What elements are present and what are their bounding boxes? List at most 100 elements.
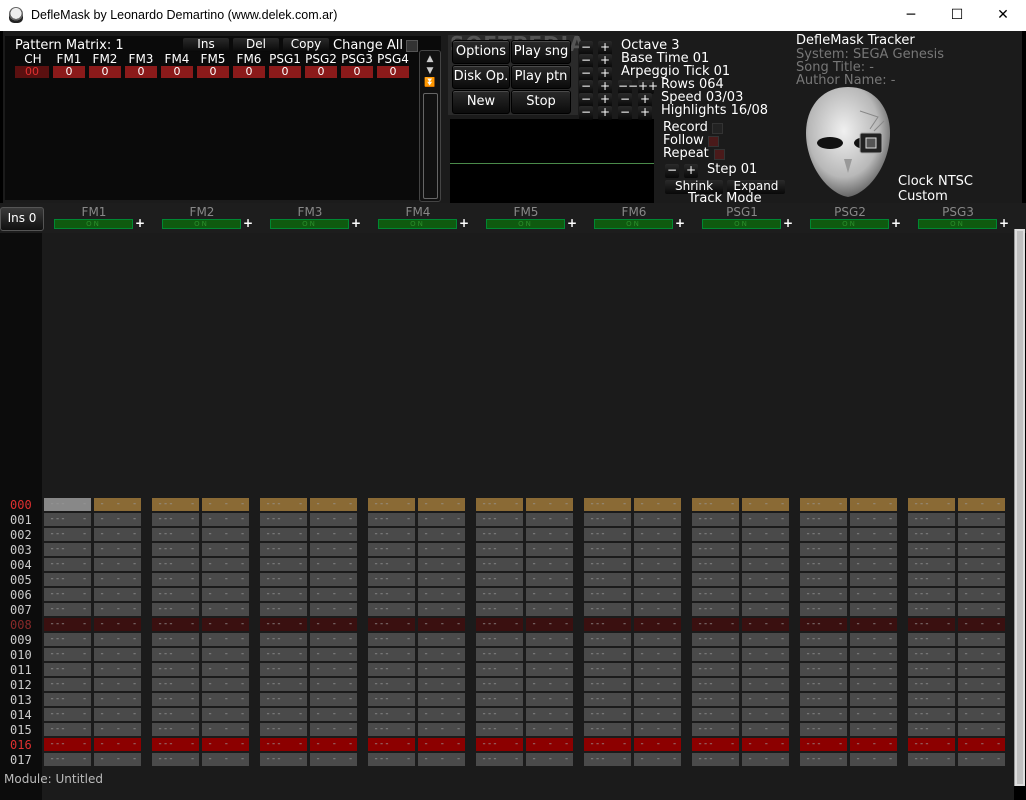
note-cell[interactable]: --- -: [908, 528, 955, 541]
note-cell[interactable]: --- -: [152, 498, 199, 511]
note-cell[interactable]: --- -: [260, 618, 307, 631]
note-cell[interactable]: --- -: [800, 678, 847, 691]
effect-cell[interactable]: - - -: [310, 618, 357, 631]
note-cell[interactable]: --- -: [44, 603, 91, 616]
note-cell[interactable]: --- -: [584, 498, 631, 511]
matrix-cell[interactable]: 0: [161, 66, 193, 78]
effect-cell[interactable]: - - -: [310, 693, 357, 706]
effect-cell[interactable]: - - -: [94, 573, 141, 586]
note-cell[interactable]: --- -: [692, 648, 739, 661]
effect-cell[interactable]: - - -: [958, 498, 1005, 511]
effect-cell[interactable]: - - -: [202, 573, 249, 586]
effect-cell[interactable]: - - -: [742, 648, 789, 661]
note-cell[interactable]: --- -: [692, 498, 739, 511]
effect-cell[interactable]: - - -: [526, 558, 573, 571]
note-cell[interactable]: --- -: [692, 513, 739, 526]
play-pattern-button[interactable]: Play ptn: [511, 65, 571, 89]
effect-cell[interactable]: - - -: [742, 528, 789, 541]
channel-on-toggle-fm1[interactable]: ON: [54, 219, 133, 229]
scroll-end-icon[interactable]: ⏬: [422, 77, 438, 89]
effect-cell[interactable]: - - -: [634, 663, 681, 676]
close-button[interactable]: ✕: [980, 0, 1026, 31]
effect-cell[interactable]: - - -: [958, 678, 1005, 691]
effect-cell[interactable]: - - -: [418, 573, 465, 586]
note-cell[interactable]: --- -: [44, 723, 91, 736]
note-cell[interactable]: --- -: [368, 498, 415, 511]
note-cell[interactable]: --- -: [152, 618, 199, 631]
note-cell[interactable]: --- -: [584, 738, 631, 751]
effect-cell[interactable]: - - -: [526, 498, 573, 511]
note-cell[interactable]: --- -: [908, 588, 955, 601]
effect-cell[interactable]: - - -: [310, 633, 357, 646]
effect-cell[interactable]: - - -: [94, 678, 141, 691]
copy-pattern-button[interactable]: Copy: [283, 38, 329, 52]
note-cell[interactable]: --- -: [44, 498, 91, 511]
note-cell[interactable]: --- -: [152, 738, 199, 751]
note-cell[interactable]: --- -: [800, 528, 847, 541]
effect-cell[interactable]: - - -: [634, 498, 681, 511]
effect-cell[interactable]: - - -: [958, 573, 1005, 586]
matrix-cell[interactable]: 0: [377, 66, 409, 78]
channel-expand-psg2[interactable]: +: [891, 217, 901, 229]
note-cell[interactable]: --- -: [692, 618, 739, 631]
note-cell[interactable]: --- -: [800, 648, 847, 661]
effect-cell[interactable]: - - -: [418, 558, 465, 571]
note-cell[interactable]: --- -: [260, 543, 307, 556]
effect-cell[interactable]: - - -: [202, 588, 249, 601]
effect-cell[interactable]: - - -: [526, 513, 573, 526]
note-cell[interactable]: --- -: [692, 528, 739, 541]
effect-cell[interactable]: - - -: [850, 753, 897, 766]
note-cell[interactable]: --- -: [476, 603, 523, 616]
note-cell[interactable]: --- -: [44, 738, 91, 751]
note-cell[interactable]: --- -: [908, 543, 955, 556]
effect-cell[interactable]: - - -: [418, 678, 465, 691]
matrix-scrollbar[interactable]: ▲ ▼ ⏬: [419, 50, 441, 202]
channel-on-toggle-fm4[interactable]: ON: [378, 219, 457, 229]
effect-cell[interactable]: - - -: [634, 618, 681, 631]
note-cell[interactable]: --- -: [260, 573, 307, 586]
minimize-button[interactable]: ─: [888, 0, 934, 31]
effect-cell[interactable]: - - -: [958, 648, 1005, 661]
note-cell[interactable]: --- -: [152, 693, 199, 706]
instrument-selector[interactable]: Ins 0: [0, 207, 44, 231]
note-cell[interactable]: --- -: [44, 528, 91, 541]
note-cell[interactable]: --- -: [476, 693, 523, 706]
effect-cell[interactable]: - - -: [202, 738, 249, 751]
new-button[interactable]: New: [452, 90, 510, 114]
effect-cell[interactable]: - - -: [202, 498, 249, 511]
note-cell[interactable]: --- -: [368, 648, 415, 661]
note-cell[interactable]: --- -: [908, 708, 955, 721]
effect-cell[interactable]: - - -: [310, 528, 357, 541]
effect-cell[interactable]: - - -: [94, 738, 141, 751]
effect-cell[interactable]: - - -: [526, 693, 573, 706]
effect-cell[interactable]: - - -: [202, 723, 249, 736]
effect-cell[interactable]: - - -: [742, 588, 789, 601]
note-cell[interactable]: --- -: [584, 573, 631, 586]
note-cell[interactable]: --- -: [800, 558, 847, 571]
matrix-cell[interactable]: 0: [53, 66, 85, 78]
note-cell[interactable]: --- -: [476, 573, 523, 586]
effect-cell[interactable]: - - -: [742, 723, 789, 736]
note-cell[interactable]: --- -: [44, 558, 91, 571]
note-cell[interactable]: --- -: [908, 693, 955, 706]
effect-cell[interactable]: - - -: [634, 648, 681, 661]
note-cell[interactable]: --- -: [476, 723, 523, 736]
note-cell[interactable]: --- -: [44, 753, 91, 766]
note-cell[interactable]: --- -: [800, 618, 847, 631]
effect-cell[interactable]: - - -: [202, 513, 249, 526]
effect-cell[interactable]: - - -: [310, 663, 357, 676]
note-cell[interactable]: --- -: [152, 678, 199, 691]
effect-cell[interactable]: - - -: [742, 498, 789, 511]
note-cell[interactable]: --- -: [800, 693, 847, 706]
note-cell[interactable]: --- -: [908, 558, 955, 571]
effect-cell[interactable]: - - -: [310, 678, 357, 691]
note-cell[interactable]: --- -: [368, 603, 415, 616]
note-cell[interactable]: --- -: [260, 753, 307, 766]
note-cell[interactable]: --- -: [908, 618, 955, 631]
effect-cell[interactable]: - - -: [634, 573, 681, 586]
effect-cell[interactable]: - - -: [310, 588, 357, 601]
play-song-button[interactable]: Play sng: [511, 40, 571, 64]
note-cell[interactable]: --- -: [260, 558, 307, 571]
note-cell[interactable]: --- -: [260, 603, 307, 616]
matrix-cell[interactable]: 0: [89, 66, 121, 78]
